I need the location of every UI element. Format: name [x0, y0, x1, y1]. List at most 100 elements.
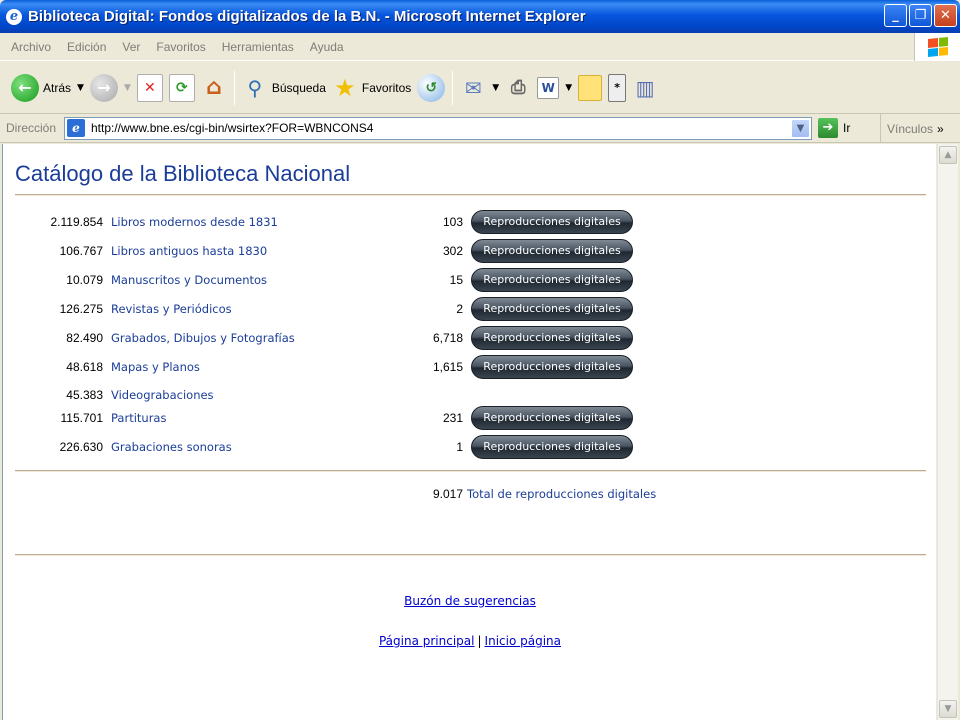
edit-dropdown-icon[interactable]: ▼	[565, 83, 572, 93]
table-row: 10.079 Manuscritos y Documentos 15 Repro…	[3, 268, 683, 292]
menu-favoritos[interactable]: Favoritos	[148, 40, 213, 54]
digital-count: 6,718	[432, 331, 463, 345]
search-button[interactable]: ⚲ Búsqueda	[239, 68, 329, 108]
toolbar-separator	[233, 70, 235, 105]
menu-herramientas[interactable]: Herramientas	[214, 40, 302, 54]
chevron-right-icon: »	[937, 121, 944, 136]
mail-dropdown-icon[interactable]: ▼	[492, 83, 499, 93]
total-link[interactable]: Total de reproducciones digitales	[467, 487, 656, 501]
collection-link[interactable]: Revistas y Periódicos	[111, 302, 232, 316]
browser-window: e Biblioteca Digital: Fondos digitalizad…	[0, 0, 960, 720]
mail-icon: ✉	[464, 75, 482, 100]
record-count: 48.618	[66, 360, 103, 374]
search-icon: ⚲	[247, 75, 263, 100]
address-bar: Dirección e http://www.bne.es/cgi-bin/ws…	[0, 114, 960, 143]
record-count: 106.767	[59, 244, 103, 258]
scroll-up-icon[interactable]: ▲	[939, 146, 957, 164]
windows-logo-icon	[914, 33, 960, 61]
menu-edicion[interactable]: Edición	[59, 40, 114, 54]
divider	[15, 554, 926, 556]
print-button[interactable]: ⎙	[502, 68, 534, 108]
digital-reproductions-button[interactable]: Reproducciones digitales	[471, 355, 633, 379]
address-dropdown-icon[interactable]: ▼	[791, 118, 810, 138]
mail-button[interactable]: ✉ ▼	[457, 68, 502, 108]
history-icon: ↺	[417, 73, 446, 102]
collection-link[interactable]: Grabados, Dibujos y Fotografías	[111, 331, 295, 345]
refresh-button[interactable]: ⟳	[166, 68, 198, 108]
search-label: Búsqueda	[271, 80, 326, 95]
table-row: 126.275 Revistas y Periódicos 2 Reproduc…	[3, 297, 683, 321]
word-edit-icon: W	[537, 76, 560, 99]
go-label: Ir	[843, 121, 851, 135]
stop-button[interactable]: ✕	[134, 68, 166, 108]
page-title: Catálogo de la Biblioteca Nacional	[15, 161, 351, 186]
home-page-link[interactable]: Página principal	[379, 634, 475, 648]
back-dropdown-icon[interactable]: ▼	[77, 83, 84, 93]
collection-link[interactable]: Mapas y Planos	[111, 360, 200, 374]
table-row: 106.767 Libros antiguos hasta 1830 302 R…	[3, 239, 683, 263]
page-top-link[interactable]: Inicio página	[485, 634, 561, 648]
forward-button[interactable]: → ▼	[87, 68, 134, 108]
digital-reproductions-button[interactable]: Reproducciones digitales	[471, 210, 633, 234]
history-button[interactable]: ↺	[414, 68, 448, 108]
print-icon: ⎙	[510, 77, 526, 98]
digital-reproductions-button[interactable]: Reproducciones digitales	[471, 297, 633, 321]
page-content: Catálogo de la Biblioteca Nacional 2.119…	[2, 144, 936, 720]
ie-logo-icon: e	[6, 8, 22, 25]
menu-ver[interactable]: Ver	[114, 40, 148, 54]
menu-ayuda[interactable]: Ayuda	[302, 40, 352, 54]
table-row: 226.630 Grabaciones sonoras 1 Reproducci…	[3, 435, 683, 459]
home-icon: ⌂	[205, 75, 222, 100]
table-row: 82.490 Grabados, Dibujos y Fotografías 6…	[3, 326, 683, 350]
record-count: 115.701	[60, 411, 104, 425]
links-toolbar[interactable]: Vínculos »	[880, 114, 960, 143]
collection-link[interactable]: Videograbaciones	[111, 388, 214, 402]
title-bar[interactable]: e Biblioteca Digital: Fondos digitalizad…	[0, 0, 960, 33]
digital-count: 15	[449, 273, 463, 287]
collection-link[interactable]: Libros antiguos hasta 1830	[111, 244, 267, 258]
total-count: 9.017	[432, 487, 463, 501]
toolbar-separator	[452, 70, 454, 105]
table-row: 2.119.854 Libros modernos desde 1831 103…	[3, 210, 683, 234]
messenger-button[interactable]: *	[605, 68, 629, 108]
record-count: 126.275	[59, 302, 103, 316]
close-button[interactable]: ✕	[934, 4, 957, 27]
forward-dropdown-icon[interactable]: ▼	[124, 83, 131, 93]
menu-archivo[interactable]: Archivo	[3, 40, 59, 54]
vertical-scrollbar[interactable]: ▲ ▼	[937, 144, 958, 720]
edit-button[interactable]: W ▼	[534, 68, 575, 108]
discuss-button[interactable]	[575, 68, 605, 108]
address-input[interactable]: e http://www.bne.es/cgi-bin/wsirtex?FOR=…	[64, 116, 812, 140]
favorites-button[interactable]: ★ Favoritos	[329, 68, 414, 108]
digital-reproductions-button[interactable]: Reproducciones digitales	[471, 406, 633, 430]
link-separator: |	[477, 634, 482, 648]
restore-button[interactable]: ❐	[909, 4, 932, 27]
record-count: 10.079	[66, 273, 103, 287]
digital-reproductions-button[interactable]: Reproducciones digitales	[471, 239, 633, 263]
digital-reproductions-button[interactable]: Reproducciones digitales	[471, 435, 633, 459]
research-button[interactable]: ▥	[629, 68, 661, 108]
digital-reproductions-button[interactable]: Reproducciones digitales	[471, 268, 633, 292]
minimize-button[interactable]: _	[884, 4, 907, 27]
window-title: Biblioteca Digital: Fondos digitalizados…	[28, 8, 586, 25]
scroll-down-icon[interactable]: ▼	[939, 700, 957, 718]
collection-link[interactable]: Grabaciones sonoras	[111, 440, 232, 454]
home-button[interactable]: ⌂	[198, 68, 230, 108]
digital-count: 302	[442, 244, 463, 258]
collection-link[interactable]: Libros modernos desde 1831	[111, 215, 278, 229]
record-count: 2.119.854	[50, 215, 104, 229]
favorites-label: Favoritos	[361, 80, 412, 95]
record-count: 226.630	[59, 440, 103, 454]
digital-reproductions-button[interactable]: Reproducciones digitales	[471, 326, 633, 350]
suggestions-link[interactable]: Buzón de sugerencias	[404, 594, 536, 608]
go-button[interactable]: ➔ Ir	[818, 118, 850, 138]
back-button[interactable]: ← Atrás ▼	[8, 68, 87, 108]
digital-count: 231	[442, 411, 463, 425]
address-url[interactable]: http://www.bne.es/cgi-bin/wsirtex?FOR=WB…	[91, 121, 373, 135]
record-count: 82.490	[66, 331, 103, 345]
standard-toolbar: ← Atrás ▼ → ▼ ✕ ⟳ ⌂ ⚲ Búsqueda ★ Favorit…	[0, 62, 960, 114]
collection-link[interactable]: Partituras	[111, 411, 166, 425]
go-arrow-icon: ➔	[818, 118, 838, 138]
favorites-star-icon: ★	[334, 73, 356, 102]
collection-link[interactable]: Manuscritos y Documentos	[111, 273, 267, 287]
